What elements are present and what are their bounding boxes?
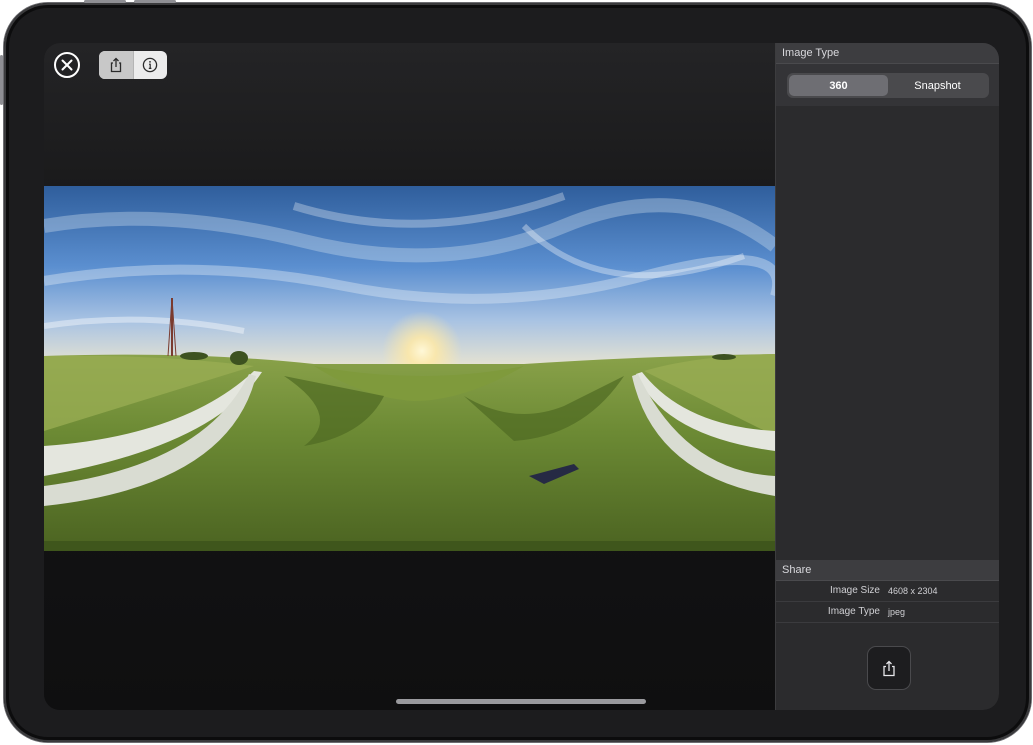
info-tool-button[interactable] — [134, 51, 168, 79]
screen: Image Type 360 Snapshot Share Image Size… — [44, 43, 999, 710]
image-size-label: Image Size — [829, 585, 880, 596]
panorama-illustration — [44, 186, 775, 551]
info-icon — [143, 57, 158, 73]
ipad-frame: Image Type 360 Snapshot Share Image Size… — [0, 0, 1031, 742]
side-button — [0, 55, 3, 105]
share-button[interactable] — [867, 646, 911, 690]
image-viewer[interactable] — [44, 43, 775, 710]
panorama-image[interactable] — [44, 186, 775, 551]
share-header: Share — [776, 560, 999, 581]
share-icon — [110, 57, 121, 73]
image-type-segmented-control: 360 Snapshot — [787, 73, 989, 98]
viewer-tool-segment — [99, 51, 167, 79]
image-type-label: Image Type — [827, 606, 880, 617]
image-size-value: 4608 x 2304 — [888, 586, 938, 596]
share-tool-button[interactable] — [99, 51, 134, 79]
close-button[interactable] — [54, 52, 80, 78]
segment-360[interactable]: 360 — [789, 75, 888, 96]
volume-button-second — [134, 0, 176, 3]
segment-snapshot[interactable]: Snapshot — [888, 75, 987, 96]
image-type-value: jpeg — [888, 607, 906, 617]
image-type-header: Image Type — [776, 43, 999, 64]
image-type-area: 360 Snapshot — [776, 64, 999, 106]
close-icon — [61, 59, 73, 71]
home-indicator[interactable] — [396, 699, 646, 704]
volume-button-top — [84, 0, 126, 3]
share-icon — [883, 660, 895, 676]
image-size-row: Image Size 4608 x 2304 — [776, 581, 999, 602]
image-type-row: Image Type jpeg — [776, 602, 999, 623]
sidebar: Image Type 360 Snapshot Share Image Size… — [775, 43, 999, 710]
